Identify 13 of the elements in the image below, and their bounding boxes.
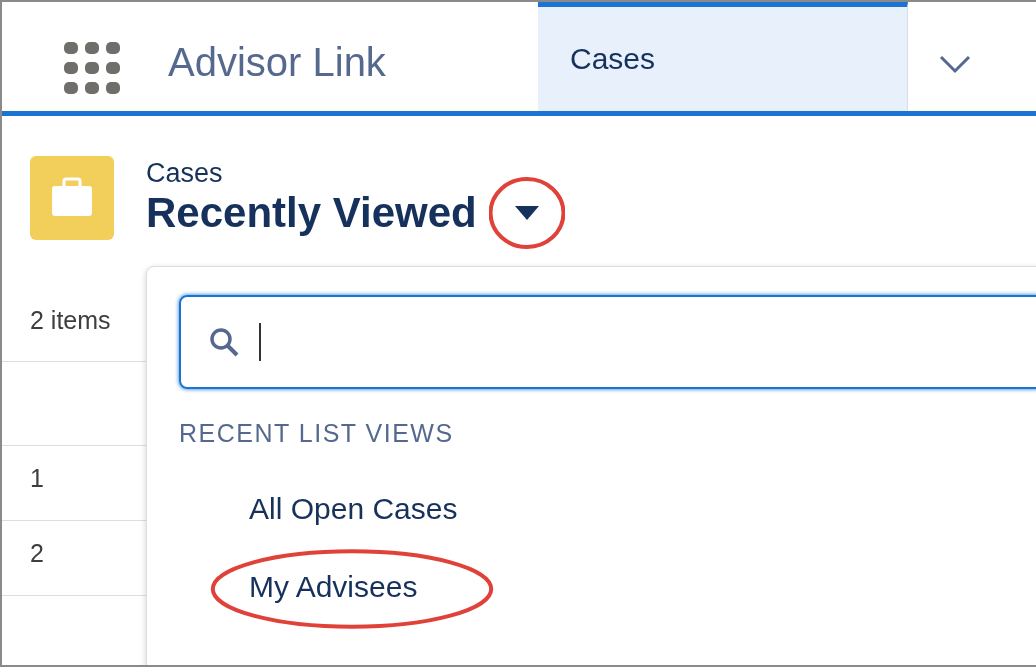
nav-tab[interactable]: Cases	[538, 2, 908, 111]
object-label: Cases	[146, 158, 224, 189]
text-cursor	[259, 323, 261, 361]
search-icon	[209, 327, 239, 357]
item-count: 2 items	[30, 306, 112, 335]
briefcase-icon	[30, 156, 114, 240]
list-view-title: Recently Viewed	[146, 189, 477, 237]
dropdown-triangle-icon[interactable]	[512, 204, 541, 222]
chevron-down-icon[interactable]	[938, 54, 972, 74]
app-launcher-icon[interactable]	[64, 42, 122, 96]
search-field[interactable]	[179, 295, 1036, 389]
section-heading: RECENT LIST VIEWS	[179, 419, 455, 448]
app-name: Advisor Link	[168, 40, 387, 86]
